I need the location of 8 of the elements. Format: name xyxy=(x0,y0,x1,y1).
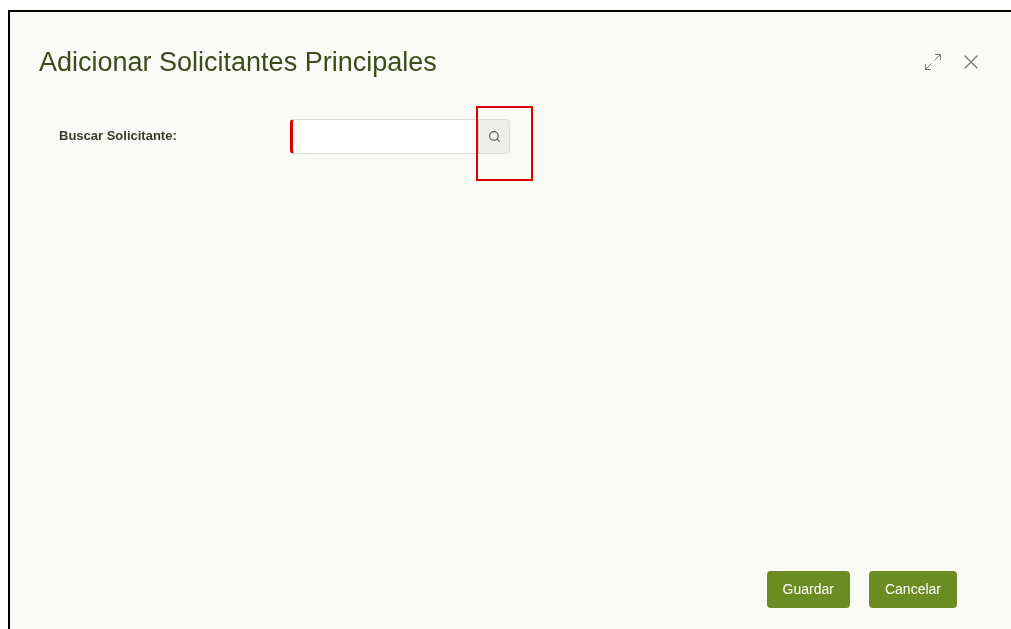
search-field[interactable] xyxy=(290,118,478,154)
dialog-title: Adicionar Solicitantes Principales xyxy=(39,46,437,79)
search-button[interactable] xyxy=(478,118,510,154)
save-button[interactable]: Guardar xyxy=(766,571,850,608)
search-icon xyxy=(487,129,501,143)
field-label: Buscar Solicitante: xyxy=(59,127,178,146)
cancel-button[interactable]: Cancelar xyxy=(868,571,957,608)
maximize-icon[interactable] xyxy=(923,52,943,73)
